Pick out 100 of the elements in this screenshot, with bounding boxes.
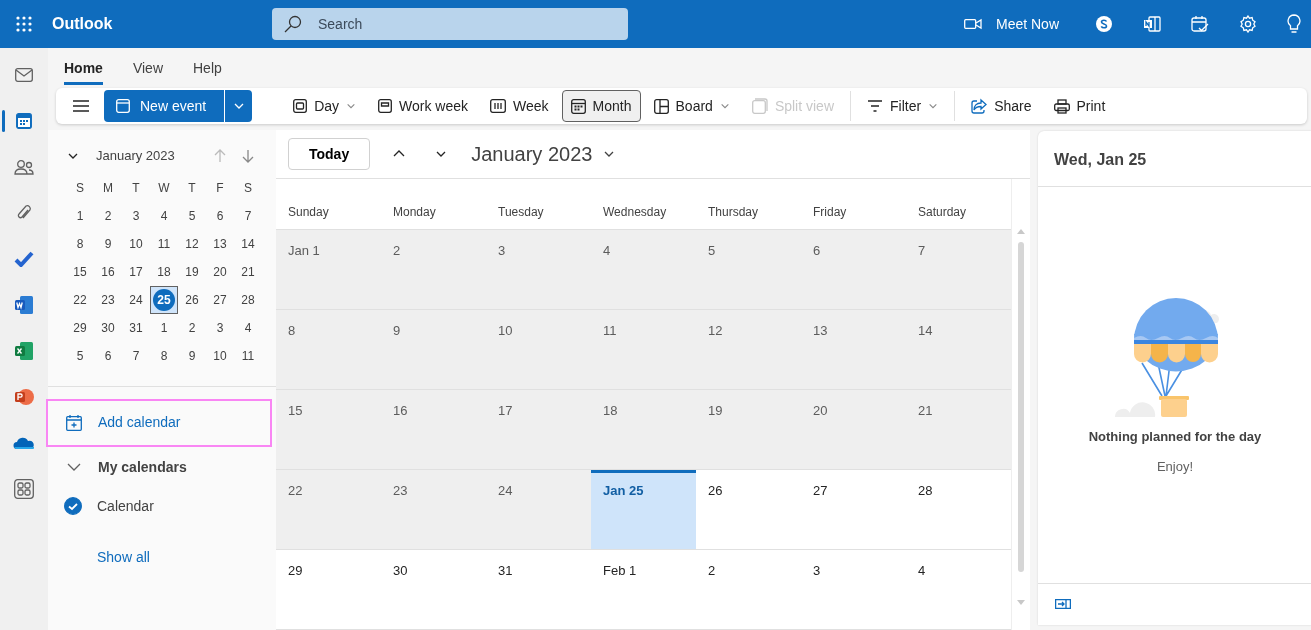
- settings-button[interactable]: [1239, 15, 1257, 33]
- search-box[interactable]: Search: [272, 8, 628, 40]
- mini-calendar-day[interactable]: 15: [66, 257, 94, 286]
- mini-calendar-day[interactable]: 10: [206, 341, 234, 370]
- day-cell[interactable]: 5: [696, 230, 801, 310]
- day-cell[interactable]: 19: [696, 390, 801, 470]
- mini-calendar-day[interactable]: 5: [178, 201, 206, 230]
- app-launcher-icon[interactable]: [16, 16, 32, 32]
- day-cell[interactable]: 31: [486, 550, 591, 630]
- mini-calendar-day[interactable]: 4: [150, 201, 178, 230]
- calendar-name[interactable]: Calendar: [97, 495, 154, 517]
- mini-calendar-day[interactable]: 7: [234, 201, 262, 230]
- day-cell[interactable]: 12: [696, 310, 801, 390]
- mini-calendar-day[interactable]: 3: [122, 201, 150, 230]
- mini-calendar-day[interactable]: 7: [122, 341, 150, 370]
- day-cell[interactable]: 7: [906, 230, 1011, 310]
- mini-calendar-day[interactable]: 25: [150, 285, 178, 314]
- day-cell[interactable]: 20: [801, 390, 906, 470]
- week-button[interactable]: Week: [481, 90, 558, 122]
- day-cell[interactable]: 6: [801, 230, 906, 310]
- day-cell[interactable]: 3: [801, 550, 906, 630]
- print-button[interactable]: Print: [1044, 90, 1115, 122]
- day-cell[interactable]: 29: [276, 550, 381, 630]
- board-button[interactable]: Board: [644, 90, 739, 122]
- day-cell[interactable]: 3: [486, 230, 591, 310]
- mini-calendar-day[interactable]: 9: [178, 341, 206, 370]
- ribbon-tab[interactable]: Help: [193, 52, 222, 85]
- day-cell[interactable]: Feb 1: [591, 550, 696, 630]
- mini-calendar-day[interactable]: 4: [234, 313, 262, 342]
- today-button[interactable]: Today: [288, 138, 371, 170]
- mini-calendar-day[interactable]: 21: [234, 257, 262, 286]
- day-cell[interactable]: 2: [696, 550, 801, 630]
- new-event-dropdown[interactable]: [224, 90, 253, 122]
- mini-calendar-day[interactable]: 2: [94, 201, 122, 230]
- mini-calendar-day[interactable]: 23: [94, 285, 122, 314]
- mini-calendar-day[interactable]: 1: [66, 201, 94, 230]
- day-cell[interactable]: 13: [801, 310, 906, 390]
- mini-calendar-day[interactable]: 8: [150, 341, 178, 370]
- day-cell[interactable]: 2: [381, 230, 486, 310]
- mini-calendar-day[interactable]: 31: [122, 313, 150, 342]
- day-cell[interactable]: 4: [591, 230, 696, 310]
- search-field[interactable]: Search: [316, 12, 596, 36]
- mini-calendar-day[interactable]: 6: [206, 201, 234, 230]
- meet-now-button[interactable]: Meet Now: [963, 13, 1059, 35]
- collapse-pane-button[interactable]: [1054, 598, 1072, 610]
- day-button[interactable]: Day: [284, 90, 366, 122]
- workweek-button[interactable]: Work week: [369, 90, 478, 122]
- mini-calendar-day[interactable]: 19: [178, 257, 206, 286]
- mini-calendar-day[interactable]: 29: [66, 313, 94, 342]
- day-cell[interactable]: 9: [381, 310, 486, 390]
- mini-calendar-day[interactable]: 18: [150, 257, 178, 286]
- tips-button[interactable]: [1287, 14, 1301, 34]
- day-cell[interactable]: 24: [486, 470, 591, 550]
- day-cell[interactable]: Jan 25: [591, 470, 696, 550]
- mini-calendar-day[interactable]: 2: [178, 313, 206, 342]
- day-cell[interactable]: 21: [906, 390, 1011, 470]
- tasks-button[interactable]: [1191, 15, 1209, 33]
- mini-calendar-day[interactable]: 14: [234, 229, 262, 258]
- day-cell[interactable]: 8: [276, 310, 381, 390]
- mini-calendar-day[interactable]: 16: [94, 257, 122, 286]
- mini-calendar-day[interactable]: 5: [66, 341, 94, 370]
- ribbon-tab[interactable]: Home: [64, 52, 103, 85]
- mini-calendar-day[interactable]: 30: [94, 313, 122, 342]
- mini-calendar-day[interactable]: 26: [178, 285, 206, 314]
- day-cell[interactable]: 23: [381, 470, 486, 550]
- add-calendar-button[interactable]: Add calendar: [46, 398, 272, 447]
- day-cell[interactable]: 26: [696, 470, 801, 550]
- mini-calendar-day[interactable]: 11: [234, 341, 262, 370]
- mini-calendar-day[interactable]: 22: [66, 285, 94, 314]
- day-cell[interactable]: 16: [381, 390, 486, 470]
- mini-calendar-day[interactable]: 17: [122, 257, 150, 286]
- mini-calendar-day[interactable]: 24: [122, 285, 150, 314]
- mini-calendar-day[interactable]: 10: [122, 229, 150, 258]
- share-button[interactable]: Share: [962, 90, 1041, 122]
- day-cell[interactable]: 15: [276, 390, 381, 470]
- day-cell[interactable]: Jan 1: [276, 230, 381, 310]
- mini-calendar-day[interactable]: 3: [206, 313, 234, 342]
- mini-calendar-day[interactable]: 13: [206, 229, 234, 258]
- mini-calendar-day[interactable]: 28: [234, 285, 262, 314]
- day-cell[interactable]: 17: [486, 390, 591, 470]
- mini-calendar-day[interactable]: 1: [150, 313, 178, 342]
- checkbox-icon[interactable]: [64, 497, 82, 515]
- mini-calendar-day[interactable]: 12: [178, 229, 206, 258]
- filter-button[interactable]: Filter: [858, 90, 948, 122]
- scrollbar-thumb[interactable]: [1017, 242, 1024, 572]
- day-cell[interactable]: 27: [801, 470, 906, 550]
- day-cell[interactable]: 14: [906, 310, 1011, 390]
- month-button[interactable]: Month: [561, 90, 641, 122]
- day-cell[interactable]: 22: [276, 470, 381, 550]
- mini-calendar-day[interactable]: 20: [206, 257, 234, 286]
- mini-calendar-day[interactable]: 11: [150, 229, 178, 258]
- mini-calendar-day[interactable]: 8: [66, 229, 94, 258]
- day-cell[interactable]: 11: [591, 310, 696, 390]
- month-picker-button[interactable]: January 2023: [462, 138, 626, 170]
- show-all-link[interactable]: Show all: [97, 546, 150, 568]
- day-cell[interactable]: 30: [381, 550, 486, 630]
- mini-calendar-day[interactable]: 27: [206, 285, 234, 314]
- day-cell[interactable]: 10: [486, 310, 591, 390]
- new-event-button[interactable]: New event: [104, 90, 225, 122]
- mini-calendar-day[interactable]: 9: [94, 229, 122, 258]
